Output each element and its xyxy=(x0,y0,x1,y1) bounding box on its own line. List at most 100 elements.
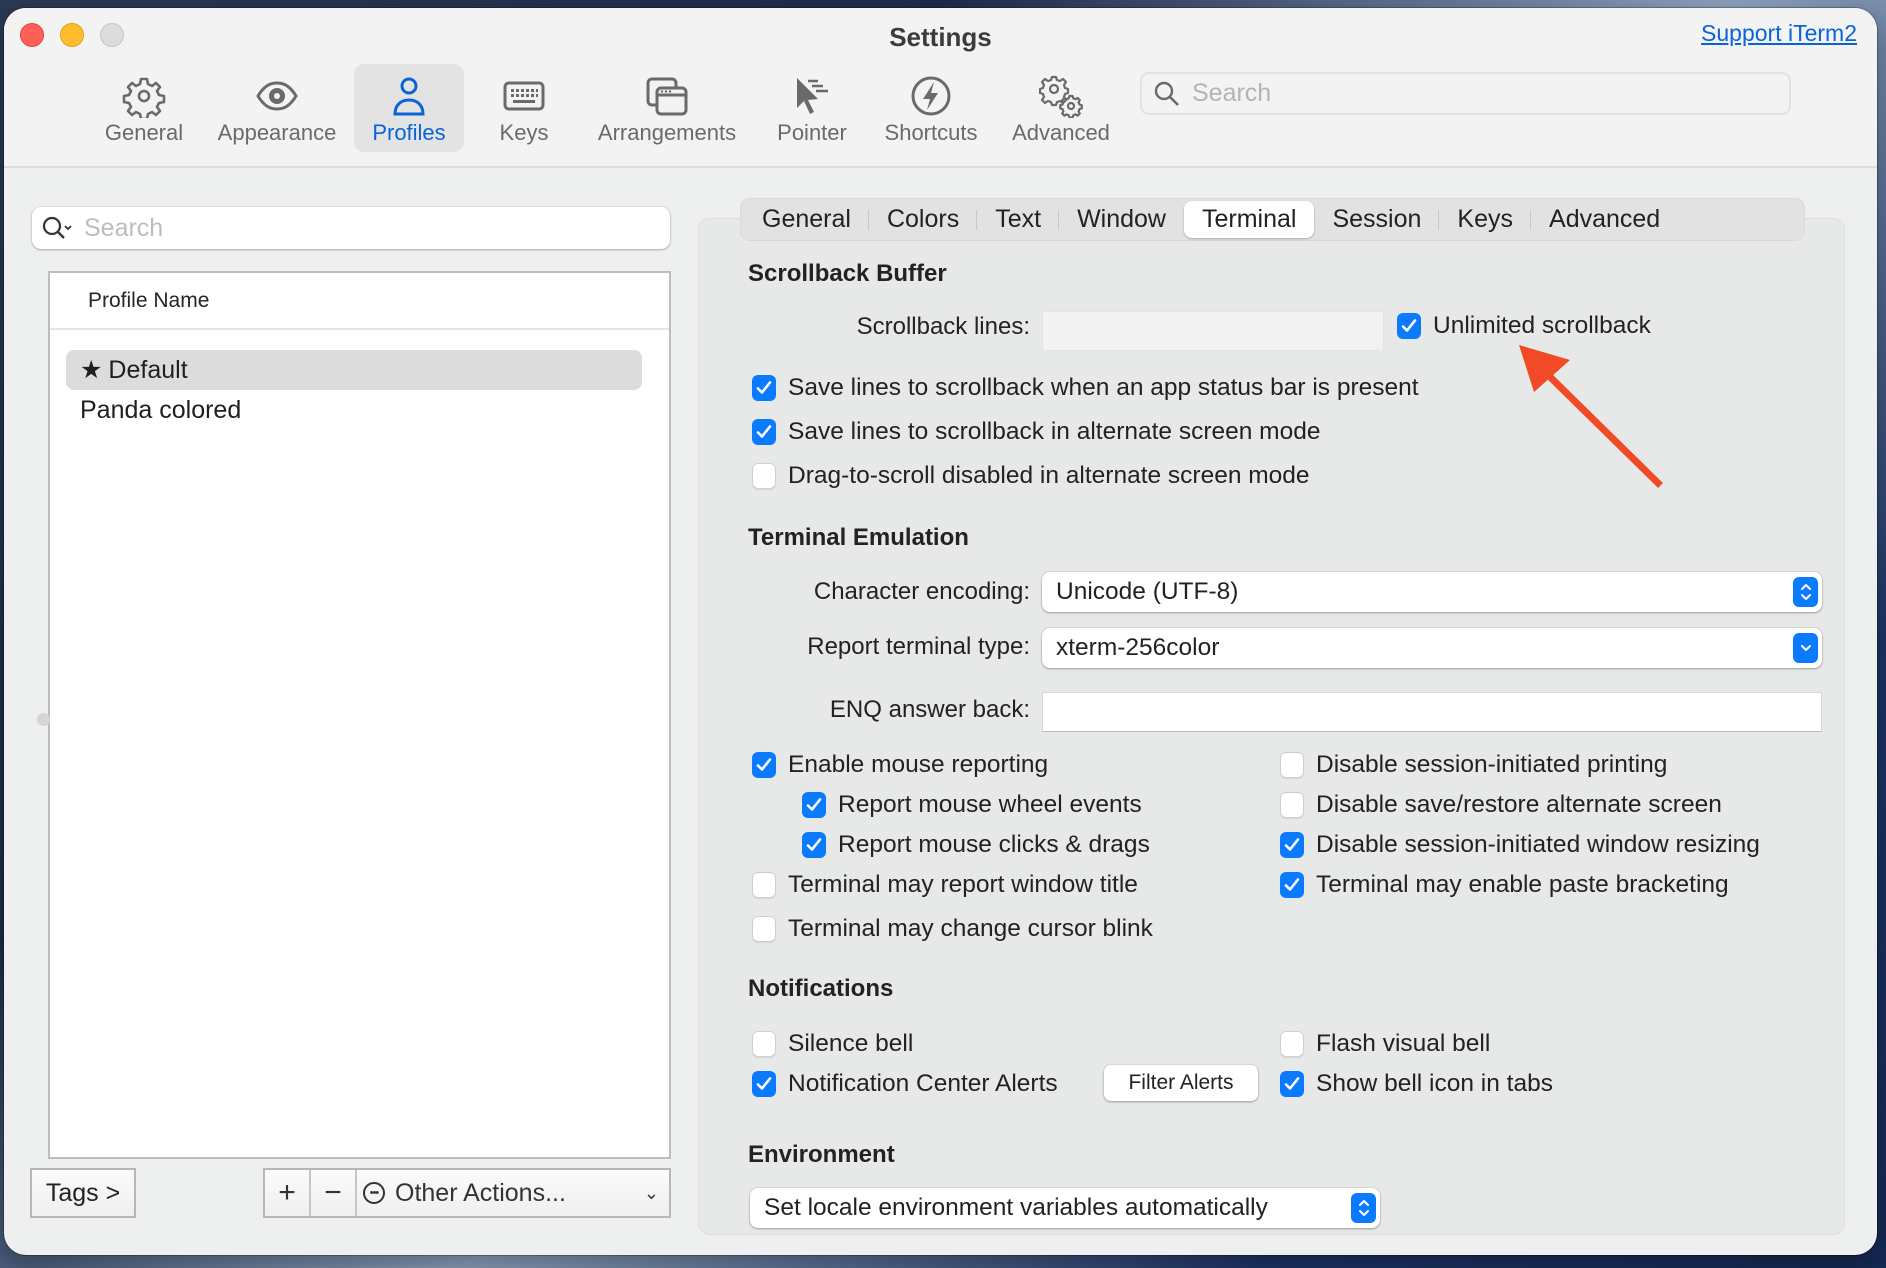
character-encoding-label: Character encoding: xyxy=(813,578,1030,605)
checkbox-checked[interactable] xyxy=(1397,313,1421,339)
profile-row-default[interactable]: ★ Default xyxy=(66,350,642,390)
support-iterm2-link[interactable]: Support iTerm2 xyxy=(1701,20,1857,47)
silence-bell-checkbox[interactable]: Silence bell xyxy=(752,1030,913,1058)
gear-icon xyxy=(122,77,166,118)
checkbox-checked[interactable] xyxy=(1280,1071,1304,1097)
checkbox-unchecked[interactable] xyxy=(752,872,776,898)
report-mouse-wheel-checkbox[interactable]: Report mouse wheel events xyxy=(802,791,1142,819)
tab-keys[interactable]: Keys xyxy=(1439,201,1531,238)
checkbox-checked[interactable] xyxy=(752,1071,776,1097)
tags-button[interactable]: Tags > xyxy=(30,1168,136,1218)
enq-answer-back-field[interactable] xyxy=(1042,692,1822,732)
toolbar-keys[interactable]: Keys xyxy=(484,64,564,152)
remove-profile-button[interactable]: − xyxy=(311,1170,357,1216)
checkbox-label: Terminal may report window title xyxy=(788,871,1138,898)
notifications-heading: Notifications xyxy=(748,975,894,1002)
toolbar-advanced[interactable]: Advanced xyxy=(1004,64,1118,152)
checkbox-checked[interactable] xyxy=(1280,832,1304,858)
save-lines-status-bar-checkbox[interactable]: Save lines to scrollback when an app sta… xyxy=(752,374,1419,402)
scrollback-lines-label: Scrollback lines: xyxy=(856,313,1030,340)
checkbox-checked[interactable] xyxy=(802,832,826,858)
tab-advanced[interactable]: Advanced xyxy=(1531,201,1678,238)
bolt-icon xyxy=(911,76,951,116)
profile-actions-group: + − ••• Other Actions... ⌄ xyxy=(263,1168,671,1218)
person-icon xyxy=(393,77,425,116)
profile-row-panda-colored[interactable]: Panda colored xyxy=(66,390,642,430)
toolbar-arrangements[interactable]: Arrangements xyxy=(588,64,746,152)
tab-text[interactable]: Text xyxy=(977,201,1059,238)
checkbox-label: Terminal may change cursor blink xyxy=(788,915,1153,942)
checkbox-unchecked[interactable] xyxy=(752,916,776,942)
toolbar-pointer[interactable]: Pointer xyxy=(766,64,858,152)
drag-to-scroll-disabled-checkbox[interactable]: Drag-to-scroll disabled in alternate scr… xyxy=(752,462,1310,490)
locale-environment-popup[interactable]: Set locale environment variables automat… xyxy=(750,1188,1380,1228)
tab-general[interactable]: General xyxy=(744,201,869,238)
checkbox-label: Terminal may enable paste bracketing xyxy=(1316,871,1729,898)
scrollback-lines-input[interactable] xyxy=(1043,312,1383,350)
toolbar-profiles[interactable]: Profiles xyxy=(354,64,464,152)
profile-tabs: General Colors Text Window Terminal Sess… xyxy=(740,198,1805,241)
enq-answer-back-input[interactable] xyxy=(1043,693,1821,731)
save-lines-alternate-screen-checkbox[interactable]: Save lines to scrollback in alternate sc… xyxy=(752,418,1320,446)
add-profile-button[interactable]: + xyxy=(265,1170,311,1216)
checkbox-label: Report mouse wheel events xyxy=(838,791,1142,818)
tab-session[interactable]: Session xyxy=(1314,201,1440,238)
flash-visual-bell-checkbox[interactable]: Flash visual bell xyxy=(1280,1030,1490,1058)
toolbar-general[interactable]: General xyxy=(100,64,188,152)
enable-mouse-reporting-checkbox[interactable]: Enable mouse reporting xyxy=(752,751,1048,779)
toolbar-shortcuts[interactable]: Shortcuts xyxy=(876,64,986,152)
chevron-down-icon[interactable] xyxy=(1793,633,1818,663)
checkbox-checked[interactable] xyxy=(752,419,776,445)
disable-session-printing-checkbox[interactable]: Disable session-initiated printing xyxy=(1280,751,1667,779)
locale-environment-value: Set locale environment variables automat… xyxy=(764,1194,1268,1221)
profile-name: Default xyxy=(108,355,188,384)
toolbar-label: Appearance xyxy=(217,120,337,145)
toolbar-appearance[interactable]: Appearance xyxy=(210,64,344,152)
other-actions-menu[interactable]: ••• Other Actions... ⌄ xyxy=(357,1170,669,1216)
checkbox-label: Unlimited scrollback xyxy=(1433,312,1651,339)
checkbox-label: Drag-to-scroll disabled in alternate scr… xyxy=(788,462,1310,489)
search-menu-icon xyxy=(42,216,72,239)
report-mouse-clicks-checkbox[interactable]: Report mouse clicks & drags xyxy=(802,831,1150,859)
report-window-title-checkbox[interactable]: Terminal may report window title xyxy=(752,871,1138,899)
checkbox-label: Save lines to scrollback in alternate sc… xyxy=(788,418,1321,445)
profile-search-field[interactable] xyxy=(32,207,670,249)
profile-search-input[interactable] xyxy=(84,213,644,243)
checkbox-unchecked[interactable] xyxy=(752,463,776,489)
checkbox-unchecked[interactable] xyxy=(1280,752,1304,778)
checkbox-label: Notification Center Alerts xyxy=(788,1070,1058,1097)
gears-icon xyxy=(1039,75,1083,118)
checkbox-checked[interactable] xyxy=(1280,872,1304,898)
profile-name-column-header[interactable]: Profile Name xyxy=(50,273,669,330)
report-terminal-type-label: Report terminal type: xyxy=(807,633,1030,660)
change-cursor-blink-checkbox[interactable]: Terminal may change cursor blink xyxy=(752,915,1153,943)
report-terminal-type-combobox[interactable]: xterm-256color xyxy=(1042,628,1822,668)
tab-terminal[interactable]: Terminal xyxy=(1183,201,1315,238)
checkbox-label: Flash visual bell xyxy=(1316,1030,1491,1057)
terminal-emulation-heading: Terminal Emulation xyxy=(748,524,969,551)
checkbox-checked[interactable] xyxy=(802,792,826,818)
notification-center-alerts-checkbox[interactable]: Notification Center Alerts xyxy=(752,1070,1058,1098)
paste-bracketing-checkbox[interactable]: Terminal may enable paste bracketing xyxy=(1280,871,1729,899)
settings-window: Settings Support iTerm2 General Appearan… xyxy=(4,8,1877,1255)
other-actions-label: Other Actions... xyxy=(395,1178,566,1207)
disable-save-restore-alt-screen-checkbox[interactable]: Disable save/restore alternate screen xyxy=(1280,791,1722,819)
settings-search-input[interactable] xyxy=(1192,79,1752,108)
tab-window[interactable]: Window xyxy=(1059,201,1184,238)
checkbox-unchecked[interactable] xyxy=(1280,792,1304,818)
disable-window-resizing-checkbox[interactable]: Disable session-initiated window resizin… xyxy=(1280,831,1760,859)
checkbox-checked[interactable] xyxy=(752,752,776,778)
checkbox-checked[interactable] xyxy=(752,375,776,401)
show-bell-icon-checkbox[interactable]: Show bell icon in tabs xyxy=(1280,1070,1553,1098)
up-down-chevron-icon xyxy=(1793,577,1818,607)
settings-search-field[interactable] xyxy=(1140,72,1791,115)
character-encoding-popup[interactable]: Unicode (UTF-8) xyxy=(1042,572,1822,612)
checkbox-unchecked[interactable] xyxy=(1280,1031,1304,1057)
split-view-divider-handle[interactable] xyxy=(37,713,50,726)
checkbox-unchecked[interactable] xyxy=(752,1031,776,1057)
filter-alerts-button[interactable]: Filter Alerts xyxy=(1104,1065,1258,1101)
unlimited-scrollback-checkbox[interactable]: Unlimited scrollback xyxy=(1397,312,1651,340)
checkbox-label: Silence bell xyxy=(788,1030,914,1057)
scrollback-lines-field[interactable] xyxy=(1042,311,1384,351)
tab-colors[interactable]: Colors xyxy=(869,201,978,238)
